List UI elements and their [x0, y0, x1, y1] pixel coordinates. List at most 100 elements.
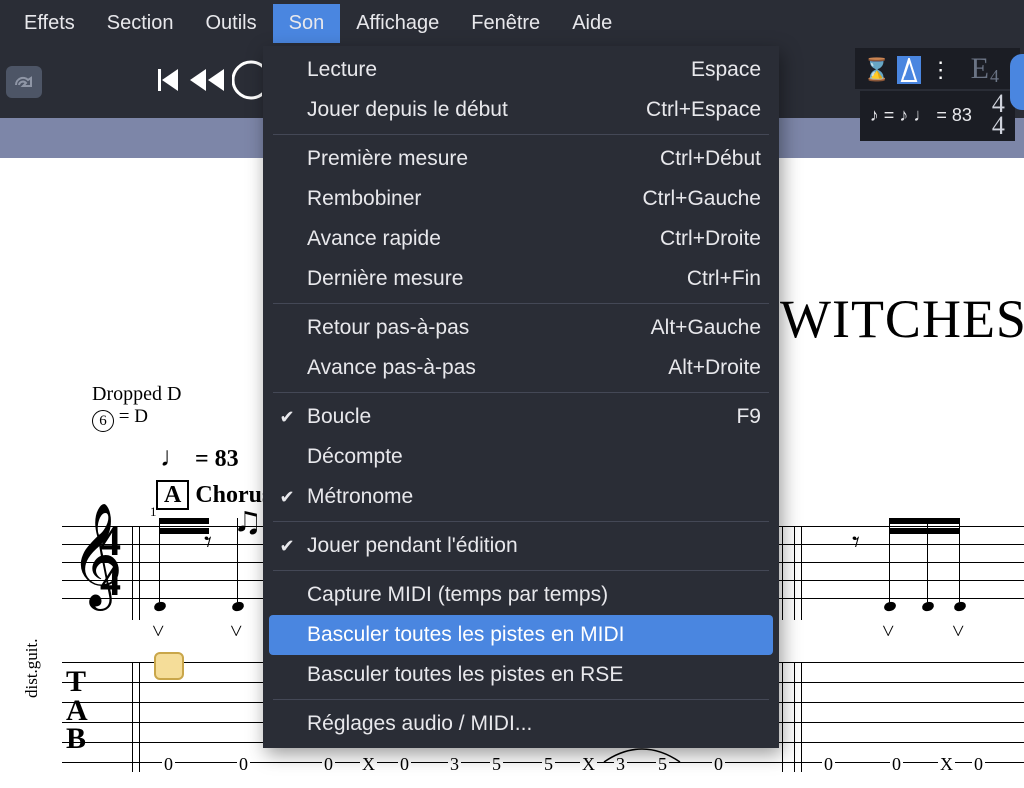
track-name-label: dist.guit. — [22, 638, 42, 698]
menu-item-accelerator: Ctrl+Fin — [687, 267, 761, 291]
metronome-icon[interactable] — [897, 56, 921, 84]
more-icon[interactable]: ⋮ — [929, 56, 953, 84]
song-title: WITCHES — [780, 288, 1024, 350]
menu-item[interactable]: Rembobiner Ctrl+Gauche — [263, 179, 779, 219]
menu-item-label: Jouer depuis le début — [307, 98, 636, 122]
accent-mark: ˅ — [152, 618, 164, 644]
tab-fret[interactable]: 0 — [972, 754, 985, 775]
menu-item-accelerator: F9 — [736, 405, 761, 429]
menu-fenetre[interactable]: Fenêtre — [455, 4, 556, 43]
tempo-display[interactable]: ♪ = ♪ ♩ = 83 — [870, 105, 972, 126]
eighth-rest-icon: 𝄾 — [852, 526, 860, 560]
son-menu: Lecture Espace Jouer depuis le début Ctrl+E… — [263, 46, 779, 748]
check-icon: ✔ — [277, 407, 297, 428]
menu-item-accelerator: Ctrl+Début — [660, 147, 761, 171]
menu-item-label: Retour pas-à-pas — [307, 316, 641, 340]
section-marker: AChorus — [156, 482, 271, 509]
tab-fret[interactable]: 0 — [322, 754, 335, 775]
menu-outils[interactable]: Outils — [190, 4, 273, 43]
menu-item[interactable]: ✔ Métronome — [263, 477, 779, 517]
menu-item[interactable]: Lecture Espace — [263, 50, 779, 90]
menu-separator — [273, 134, 769, 135]
menu-item-accelerator: Espace — [691, 58, 761, 82]
rewind-button[interactable] — [188, 65, 226, 100]
menu-item-label: Avance pas-à-pas — [307, 356, 658, 380]
menu-item-label: Première mesure — [307, 147, 650, 171]
tab-fret[interactable]: X — [360, 754, 377, 775]
accent-mark: ˅ — [882, 618, 894, 644]
menu-item-accelerator: Ctrl+Espace — [646, 98, 761, 122]
menu-item[interactable]: Basculer toutes les pistes en MIDI — [269, 615, 773, 655]
tab-fret[interactable]: X — [580, 754, 597, 775]
tab-clef: TAB — [66, 668, 88, 754]
menu-item-label: Basculer toutes les pistes en RSE — [307, 663, 751, 687]
menu-item[interactable]: Décompte — [263, 437, 779, 477]
menu-section[interactable]: Section — [91, 4, 190, 43]
check-icon: ✔ — [277, 536, 297, 557]
menu-separator — [273, 570, 769, 571]
menu-item-accelerator: Alt+Droite — [668, 356, 761, 380]
tab-fret[interactable]: 5 — [490, 754, 503, 775]
tab-fret[interactable]: 0 — [822, 754, 835, 775]
menu-effets[interactable]: Effets — [8, 4, 91, 43]
menu-item[interactable]: Jouer depuis le début Ctrl+Espace — [263, 90, 779, 130]
menu-item[interactable]: Réglages audio / MIDI... — [263, 704, 779, 744]
skip-start-button[interactable] — [152, 65, 182, 100]
menu-item-label: Métronome — [307, 485, 751, 509]
menu-item[interactable]: Première mesure Ctrl+Début — [263, 139, 779, 179]
tab-fret[interactable]: X — [938, 754, 955, 775]
menu-son[interactable]: Son — [273, 4, 341, 43]
menu-item-accelerator: Ctrl+Gauche — [643, 187, 761, 211]
eighth-rest-icon: 𝄾 — [204, 526, 212, 560]
menu-item-label: Lecture — [307, 58, 681, 82]
menu-item-label: Réglages audio / MIDI... — [307, 712, 751, 736]
menu-item[interactable]: Avance rapide Ctrl+Droite — [263, 219, 779, 259]
countdown-icon[interactable]: ⌛ — [865, 56, 889, 84]
tab-fret[interactable]: 0 — [398, 754, 411, 775]
transport-controls — [152, 59, 262, 106]
redo-icon — [13, 73, 35, 91]
menu-item[interactable]: Dernière mesure Ctrl+Fin — [263, 259, 779, 299]
tuning-block: Dropped D 6 = D — [92, 383, 181, 432]
tab-fret[interactable]: 0 — [237, 754, 250, 775]
menu-item-label: Décompte — [307, 445, 751, 469]
playback-cursor[interactable] — [154, 652, 184, 680]
menu-separator — [273, 699, 769, 700]
accent-mark: ˅ — [952, 618, 964, 644]
menu-item-label: Basculer toutes les pistes en MIDI — [307, 623, 745, 647]
toolbar-right-cluster: ⌛ ⋮ E4 ♪ = ♪ ♩ = 83 44 — [855, 48, 1020, 141]
check-icon: ✔ — [277, 487, 297, 508]
menu-item-label: Jouer pendant l'édition — [307, 534, 751, 558]
menu-separator — [273, 303, 769, 304]
redo-button[interactable] — [6, 66, 42, 98]
menu-item[interactable]: Retour pas-à-pas Alt+Gauche — [263, 308, 779, 348]
menu-item-accelerator: Ctrl+Droite — [660, 227, 761, 251]
tab-fret[interactable]: 0 — [890, 754, 903, 775]
menu-item-label: Dernière mesure — [307, 267, 677, 291]
play-button[interactable] — [232, 59, 262, 106]
menu-affichage[interactable]: Affichage — [340, 4, 455, 43]
menu-item[interactable]: Avance pas-à-pas Alt+Droite — [263, 348, 779, 388]
tempo-marking: ♩ = 83 — [160, 442, 239, 474]
tab-fret[interactable]: 0 — [162, 754, 175, 775]
menu-item[interactable]: ✔BoucleF9 — [263, 397, 779, 437]
time-signature-staff: 44 — [100, 523, 121, 603]
tab-fret[interactable]: 0 — [712, 754, 725, 775]
menu-separator — [273, 392, 769, 393]
menu-item[interactable]: ✔ Jouer pendant l'édition — [263, 526, 779, 566]
pitch-indicator: E4 — [961, 52, 1010, 87]
accent-mark: ˅ — [230, 618, 242, 644]
time-signature-toolbar[interactable]: 44 — [982, 93, 1005, 137]
menu-separator — [273, 521, 769, 522]
tab-fret[interactable]: 5 — [542, 754, 555, 775]
menu-item-label: Avance rapide — [307, 227, 650, 251]
menu-item-label: Capture MIDI (temps par temps) — [307, 583, 751, 607]
menu-item[interactable]: Capture MIDI (temps par temps) — [263, 575, 779, 615]
menu-item-label: Rembobiner — [307, 187, 633, 211]
menu-item-accelerator: Alt+Gauche — [651, 316, 761, 340]
menu-item[interactable]: Basculer toutes les pistes en RSE — [263, 655, 779, 695]
side-handle[interactable] — [1010, 54, 1024, 110]
tab-fret[interactable]: 3 — [448, 754, 461, 775]
menubar: Effets Section Outils Son Affichage Fenê… — [0, 0, 1024, 46]
menu-aide[interactable]: Aide — [556, 4, 628, 43]
